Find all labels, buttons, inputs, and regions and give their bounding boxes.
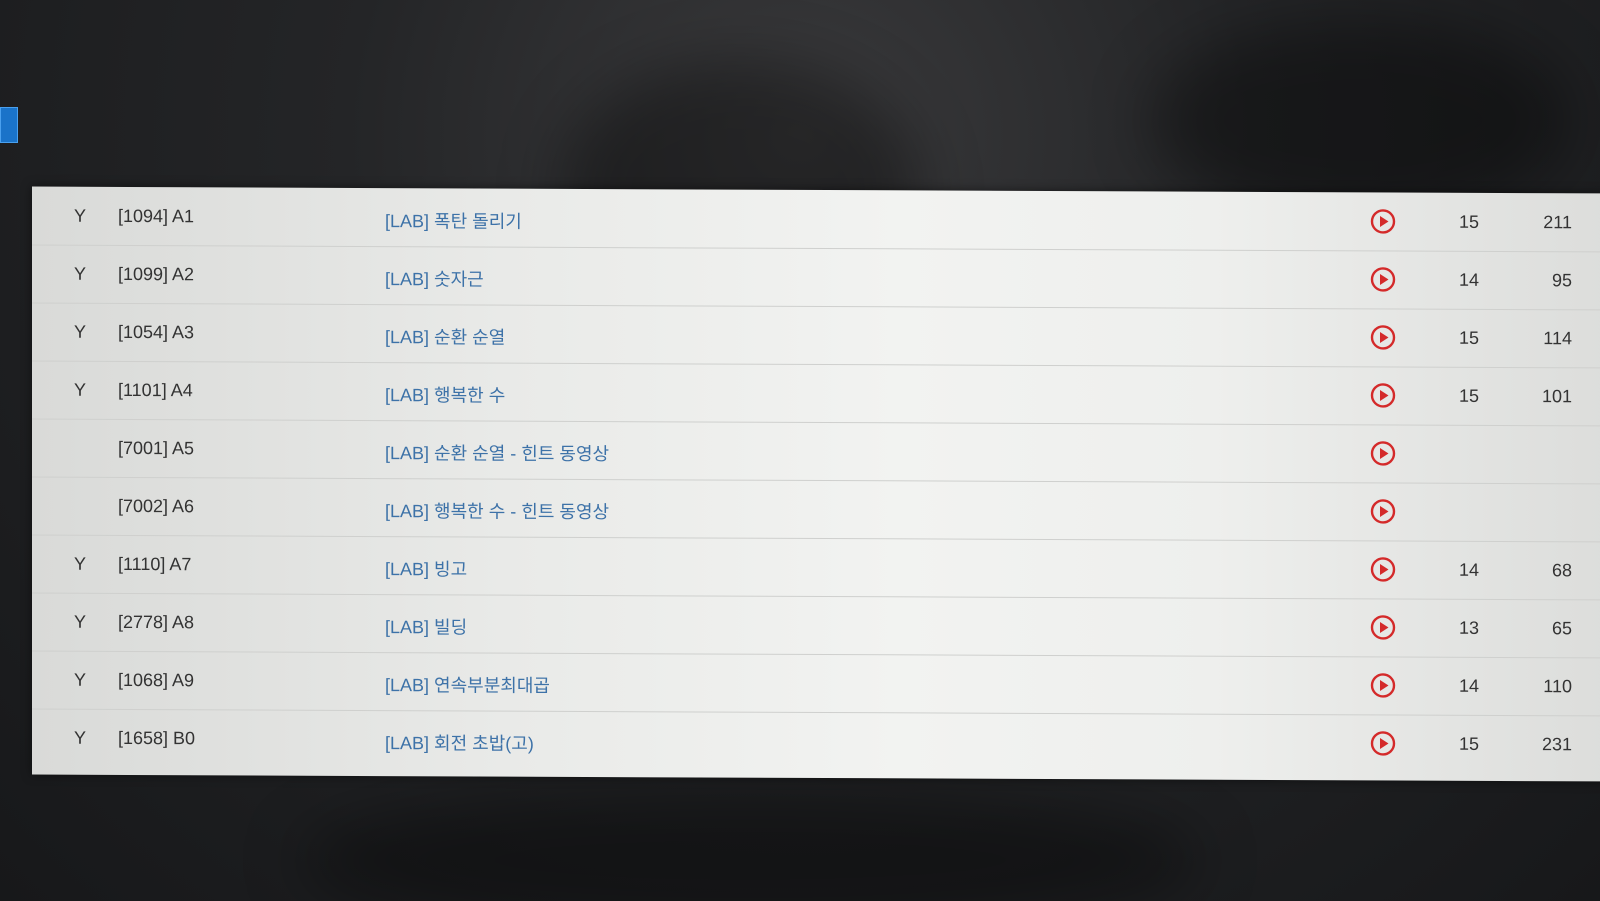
background-shadow — [300, 790, 1200, 901]
problem-title-link[interactable]: [LAB] 폭탄 돌리기 — [385, 207, 522, 234]
problem-title-link[interactable]: [LAB] 빌딩 — [385, 613, 467, 639]
table-row[interactable]: Y [1054] A3 [LAB] 순환 순열 15 114 — [32, 302, 1600, 369]
solved-status: Y — [74, 669, 87, 690]
count-secondary: 211 — [1543, 212, 1572, 233]
count-secondary: 114 — [1543, 328, 1572, 349]
photo-scene: Y [1094] A1 [LAB] 폭탄 돌리기 15 211 Y [1099]… — [0, 0, 1600, 901]
count-secondary: 110 — [1543, 676, 1572, 697]
count-secondary: 65 — [1551, 618, 1572, 639]
solved-status: Y — [74, 263, 87, 284]
problem-title-link[interactable]: [LAB] 회전 초밥(고) — [385, 729, 534, 756]
problem-title-link[interactable]: [LAB] 숫자근 — [385, 265, 484, 291]
play-circle-icon[interactable] — [1370, 614, 1396, 640]
problem-title-link[interactable]: [LAB] 순환 순열 — [385, 323, 505, 350]
play-circle-icon[interactable] — [1370, 440, 1396, 466]
count-primary: 14 — [1458, 559, 1479, 580]
problem-code: [1068] A9 — [118, 669, 195, 691]
problem-code: [1099] A2 — [118, 263, 195, 285]
table-row[interactable]: Y [1110] A7 [LAB] 빙고 14 68 — [32, 534, 1600, 601]
problem-code: [7002] A6 — [118, 495, 195, 517]
play-circle-icon[interactable] — [1370, 556, 1396, 582]
play-circle-icon[interactable] — [1370, 730, 1396, 756]
problem-code: [1658] B0 — [118, 727, 196, 749]
problem-code: [2778] A8 — [118, 611, 195, 633]
play-circle-icon[interactable] — [1370, 324, 1396, 350]
table-row[interactable]: Y [1099] A2 [LAB] 숫자근 14 95 — [32, 244, 1600, 311]
table-row[interactable]: Y [1094] A1 [LAB] 폭탄 돌리기 15 211 — [32, 186, 1600, 253]
table-row[interactable]: [7002] A6 [LAB] 행복한 수 - 힌트 동영상 — [32, 476, 1600, 543]
problem-title-link[interactable]: [LAB] 행복한 수 — [385, 381, 505, 408]
play-circle-icon[interactable] — [1370, 382, 1396, 408]
problem-title-link[interactable]: [LAB] 연속부분최대곱 — [385, 671, 550, 698]
problem-code: [1110] A7 — [118, 553, 192, 575]
play-circle-icon[interactable] — [1370, 672, 1396, 698]
problem-title-link[interactable]: [LAB] 행복한 수 - 힌트 동영상 — [385, 497, 609, 524]
problem-code: [7001] A5 — [118, 437, 195, 459]
count-primary: 15 — [1458, 211, 1479, 232]
count-primary: 14 — [1458, 269, 1479, 290]
count-secondary: 101 — [1541, 386, 1572, 407]
problem-code: [1094] A1 — [118, 205, 195, 227]
table-row[interactable]: [7001] A5 [LAB] 순환 순열 - 힌트 동영상 — [32, 418, 1600, 485]
background-shadow — [1150, 20, 1570, 220]
count-primary: 15 — [1458, 327, 1479, 348]
count-secondary: 68 — [1551, 560, 1572, 581]
count-secondary: 231 — [1541, 734, 1572, 755]
count-primary: 14 — [1458, 675, 1479, 696]
count-primary: 13 — [1458, 617, 1479, 638]
problem-list-table: Y [1094] A1 [LAB] 폭탄 돌리기 15 211 Y [1099]… — [32, 186, 1600, 782]
count-secondary: 95 — [1551, 270, 1572, 291]
solved-status: Y — [74, 553, 87, 574]
solved-status: Y — [74, 321, 87, 342]
count-primary: 15 — [1458, 385, 1479, 406]
table-row[interactable]: Y [1101] A4 [LAB] 행복한 수 15 101 — [32, 360, 1600, 427]
solved-status: Y — [74, 611, 87, 632]
play-circle-icon[interactable] — [1370, 266, 1396, 292]
solved-status: Y — [74, 205, 87, 226]
problem-title-link[interactable]: [LAB] 빙고 — [385, 555, 467, 581]
solved-status: Y — [74, 379, 87, 400]
problem-code: [1101] A4 — [118, 379, 193, 401]
table-row[interactable]: Y [1068] A9 [LAB] 연속부분최대곱 14 110 — [32, 650, 1600, 717]
play-circle-icon[interactable] — [1370, 208, 1396, 234]
table-row[interactable]: Y [2778] A8 [LAB] 빌딩 13 65 — [32, 592, 1600, 659]
count-primary: 15 — [1458, 733, 1479, 754]
problem-title-link[interactable]: [LAB] 순환 순열 - 힌트 동영상 — [385, 439, 609, 466]
problem-code: [1054] A3 — [118, 321, 195, 343]
blue-ui-fragment — [0, 107, 18, 143]
play-circle-icon[interactable] — [1370, 498, 1396, 524]
table-row[interactable]: Y [1658] B0 [LAB] 회전 초밥(고) 15 231 — [32, 709, 1600, 774]
solved-status: Y — [74, 727, 87, 748]
